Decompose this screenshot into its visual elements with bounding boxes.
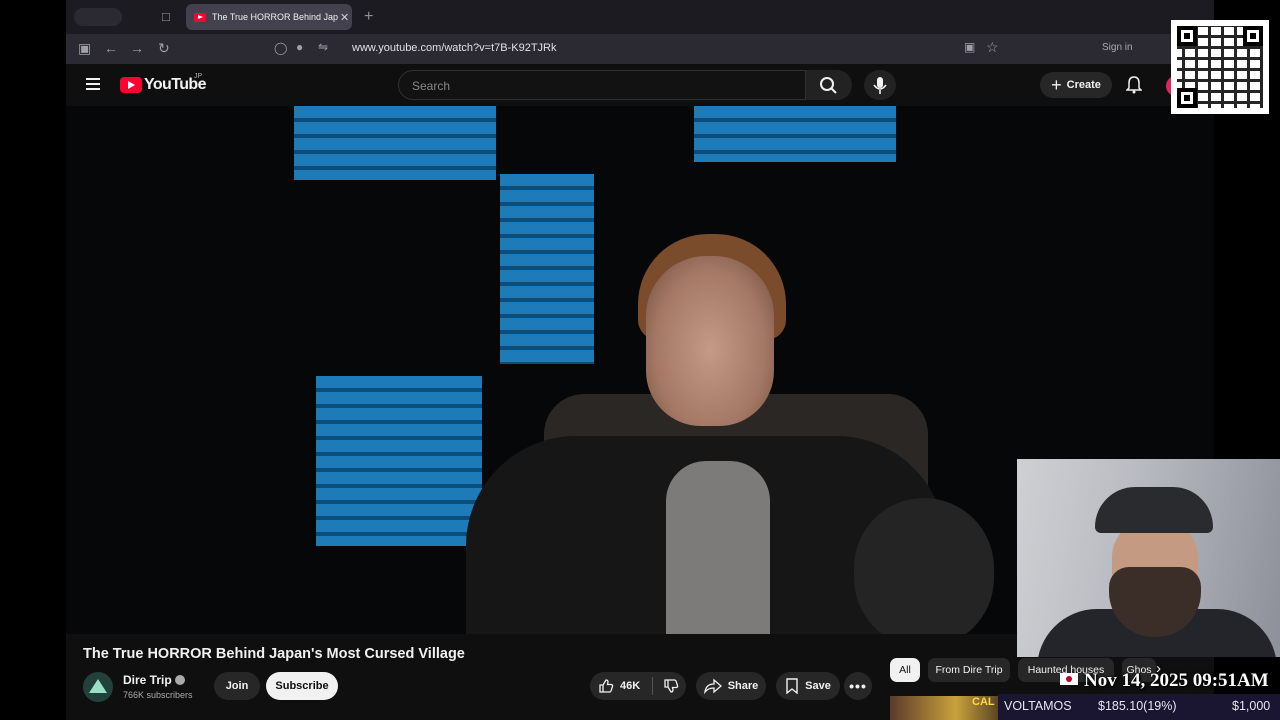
chip-all[interactable]: All [890, 658, 920, 682]
ticker-name: VOLTAMOS [1004, 699, 1072, 713]
subscriber-count: 766K subscribers [123, 690, 193, 700]
voice-search-button[interactable] [864, 70, 896, 100]
presenter-shirt [666, 461, 770, 634]
active-tab[interactable]: The True HORROR Behind Japan's Most Curs… [186, 4, 352, 30]
acoustic-foam-panel [294, 106, 496, 180]
create-label: Create [1066, 79, 1101, 91]
plus-icon: + [1051, 75, 1062, 95]
channel-avatar[interactable] [83, 672, 113, 702]
like-dislike-group: 46K [590, 672, 686, 700]
tab-bar: □ The True HORROR Behind Japan's Most Cu… [66, 0, 1214, 34]
save-button[interactable]: Save [776, 672, 840, 700]
back-icon[interactable]: ← [104, 40, 118, 56]
join-button[interactable]: Join [214, 672, 260, 700]
more-actions-icon[interactable]: ••• [844, 672, 872, 700]
share-button[interactable]: Share [696, 672, 766, 700]
like-count: 46K [620, 680, 641, 692]
like-button[interactable]: 46K [590, 678, 652, 694]
video-title: The True HORROR Behind Japan's Most Curs… [83, 646, 465, 662]
acoustic-foam-panel [500, 174, 594, 364]
acoustic-foam-panel [694, 106, 896, 162]
thumbs-down-icon[interactable] [663, 678, 679, 694]
logo-region: JP [194, 73, 203, 80]
like-divider [652, 677, 653, 695]
youtube-logo[interactable]: YouTube JP [120, 73, 206, 94]
url-text[interactable]: www.youtube.com/watch?v=t7B-K92TJRk [352, 42, 557, 54]
reload-icon[interactable]: ↻ [158, 40, 170, 57]
streamer-webcam [1017, 459, 1280, 657]
youtube-play-icon [120, 77, 142, 93]
forward-icon[interactable]: → [130, 40, 144, 56]
search-placeholder: Search [412, 79, 451, 93]
youtube-masthead: YouTube JP Search + Create [66, 64, 1214, 106]
ticker-amount: $185.10(19%) [1098, 699, 1177, 713]
youtube-favicon-icon [194, 12, 206, 22]
bookmark-star-icon[interactable]: ☆ [986, 39, 999, 56]
streamer-cap [1095, 487, 1213, 533]
thumbnail-text: CAL [972, 696, 995, 708]
permissions-icon[interactable]: ⇋ [318, 40, 328, 54]
search-input[interactable]: Search [398, 70, 806, 100]
shield-icon[interactable]: ◯ [274, 41, 287, 55]
menu-icon[interactable] [86, 78, 100, 90]
address-bar[interactable]: ◯ ● ⇋ www.youtube.com/watch?v=t7B-K92TJR… [266, 37, 1006, 61]
lock-icon[interactable]: ● [296, 40, 303, 54]
notifications-bell-icon[interactable] [1126, 76, 1142, 94]
qr-finder [1243, 26, 1263, 46]
subscribe-button[interactable]: Subscribe [266, 672, 338, 700]
bookmark-icon [786, 678, 798, 694]
microphone-icon [873, 77, 887, 94]
recommended-video-thumbnail[interactable]: CAL [890, 696, 1010, 720]
search-icon [820, 77, 837, 94]
search-button[interactable] [806, 70, 852, 100]
verified-check-icon [174, 675, 185, 685]
stream-datetime: Nov 14, 2025 09:51AM [1060, 670, 1269, 692]
window-controls[interactable] [74, 8, 122, 26]
navigation-bar: ▣ ← → ↻ ◯ ● ⇋ www.youtube.com/watch?v=t7… [66, 34, 1214, 64]
qr-code [1171, 20, 1269, 114]
create-button[interactable]: + Create [1040, 72, 1112, 98]
share-label: Share [727, 680, 759, 692]
save-label: Save [805, 680, 831, 692]
sidebar-icon[interactable]: ▣ [78, 40, 91, 57]
signin-link[interactable]: Sign in [1102, 42, 1133, 53]
japan-flag-icon [1060, 673, 1078, 685]
qr-finder [1177, 88, 1197, 108]
thumbs-up-icon [599, 679, 614, 693]
acoustic-foam-panel [316, 376, 482, 546]
new-tab-icon[interactable]: + [364, 8, 373, 26]
datetime-text: Nov 14, 2025 09:51AM [1084, 670, 1269, 691]
ticker-goal: $1,000 [1232, 699, 1271, 713]
chip-from-dire-trip[interactable]: From Dire Trip [928, 658, 1010, 682]
channel-name[interactable]: Dire Trip [123, 673, 172, 687]
tab-title: The True HORROR Behind Japan's Most Curs… [212, 12, 338, 22]
channel-name-container[interactable]: Dire Trip [123, 673, 185, 687]
share-arrow-icon [703, 678, 722, 694]
close-tab-icon[interactable]: ✕ [340, 11, 349, 24]
presenter-face [646, 256, 774, 426]
qr-finder [1177, 26, 1197, 46]
picture-in-picture-icon[interactable]: ▣ [964, 40, 975, 54]
studio-microphone [854, 498, 994, 634]
donation-ticker: VOLTAMOS $185.10(19%) $1,000 [998, 694, 1280, 720]
tab-overview-icon[interactable]: □ [162, 9, 170, 24]
